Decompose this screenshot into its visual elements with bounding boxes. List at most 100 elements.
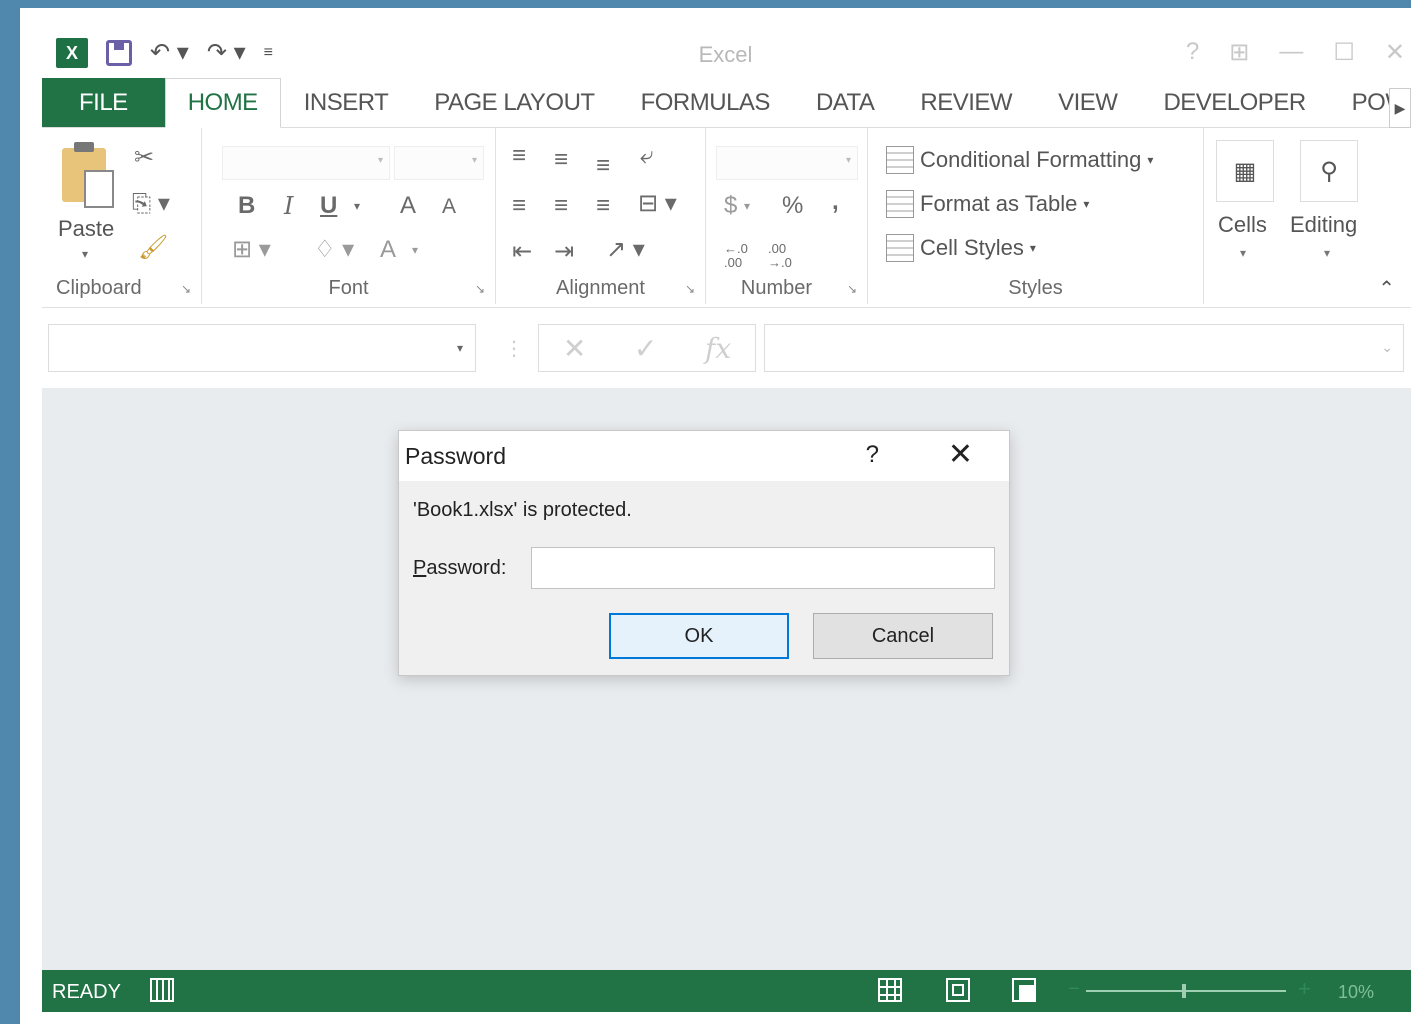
font-name-combo[interactable]: ▾: [222, 146, 390, 180]
comma-button[interactable]: ,: [832, 190, 839, 214]
zoom-slider[interactable]: [1086, 990, 1286, 992]
tab-insert[interactable]: INSERT: [281, 78, 412, 127]
align-right-icon[interactable]: ≡: [596, 194, 610, 218]
dialog-help-icon[interactable]: ?: [866, 441, 879, 469]
password-label-text: assword:: [426, 557, 507, 579]
password-input[interactable]: [531, 547, 995, 589]
close-icon[interactable]: ✕: [1385, 38, 1405, 67]
page-layout-view-icon[interactable]: [946, 978, 970, 1002]
orientation-icon[interactable]: ↗ ▾: [606, 238, 645, 262]
cut-icon[interactable]: ✂: [134, 146, 154, 170]
top-align-icon[interactable]: ≡: [512, 144, 526, 168]
enter-entry-icon[interactable]: ✓: [634, 332, 657, 365]
decrease-decimal-button[interactable]: .00 →.0: [768, 241, 798, 271]
normal-view-icon[interactable]: [878, 978, 902, 1002]
merge-center-icon[interactable]: ⊟ ▾: [638, 192, 677, 216]
password-label-accesskey: P: [413, 557, 427, 579]
font-group: ▾ ▾ B I U ▾ A A ⊞ ▾ ♢ ▾ A ▾ Font ↘: [202, 128, 496, 304]
tab-developer[interactable]: DEVELOPER: [1140, 78, 1328, 127]
editing-dropdown-icon: ▾: [1324, 246, 1331, 260]
paste-label: Paste: [58, 216, 115, 241]
collapse-ribbon-icon[interactable]: ⌃: [1378, 276, 1395, 301]
cancel-button[interactable]: Cancel: [813, 613, 993, 659]
percent-button[interactable]: %: [782, 194, 803, 218]
number-format-combo[interactable]: ▾: [716, 146, 858, 180]
currency-dropdown-icon[interactable]: ▾: [744, 200, 750, 212]
page-break-view-icon[interactable]: [1012, 978, 1036, 1002]
styles-group-label: Styles: [1008, 277, 1063, 299]
conditional-formatting-icon: [886, 146, 914, 174]
number-group-label: Number: [740, 277, 813, 299]
font-color-dropdown-icon[interactable]: ▾: [412, 244, 418, 256]
font-color-button[interactable]: A: [380, 238, 396, 262]
font-size-combo[interactable]: ▾: [394, 146, 484, 180]
expand-formula-bar-icon[interactable]: ⌄: [1381, 339, 1393, 356]
format-as-table-label: Format as Table: [920, 191, 1078, 216]
formula-input[interactable]: ⌄: [764, 324, 1404, 372]
zoom-level[interactable]: 10%: [1338, 982, 1374, 1003]
zoom-out-icon[interactable]: −: [1068, 978, 1080, 1001]
cancel-entry-icon[interactable]: ✕: [563, 332, 586, 365]
zoom-in-icon[interactable]: +: [1298, 976, 1311, 1002]
wrap-text-icon[interactable]: ⤶: [640, 144, 653, 168]
format-painter-icon[interactable]: 🖌: [138, 236, 168, 260]
ribbon-tabs: FILE HOME INSERT PAGE LAYOUT FORMULAS DA…: [42, 78, 1411, 128]
cells-label: Cells: [1218, 212, 1267, 237]
increase-decimal-button[interactable]: ←.0 .00: [724, 241, 754, 271]
cells-dropdown-icon: ▾: [1240, 246, 1247, 260]
underline-button[interactable]: U: [320, 194, 337, 218]
borders-icon[interactable]: ⊞ ▾: [232, 238, 271, 262]
tab-page-layout[interactable]: PAGE LAYOUT: [411, 78, 617, 127]
tab-view[interactable]: VIEW: [1035, 78, 1140, 127]
name-box-dropdown-icon[interactable]: ▾: [457, 341, 463, 355]
font-launcher-icon[interactable]: ↘: [475, 282, 485, 296]
ok-button[interactable]: OK: [609, 613, 789, 659]
tab-scroll-right-icon[interactable]: ▶: [1389, 88, 1411, 128]
currency-button[interactable]: $: [724, 194, 737, 218]
zoom-slider-thumb[interactable]: [1182, 984, 1186, 998]
bottom-align-icon[interactable]: ≡: [596, 154, 610, 178]
restore-icon[interactable]: ☐: [1333, 38, 1355, 67]
format-as-table-button[interactable]: Format as Table ▾: [886, 190, 1089, 218]
conditional-formatting-button[interactable]: Conditional Formatting ▾: [886, 146, 1153, 174]
grow-font-button[interactable]: A: [400, 194, 416, 218]
dialog-close-icon[interactable]: ✕: [948, 437, 973, 472]
align-left-icon[interactable]: ≡: [512, 194, 526, 218]
minimize-icon[interactable]: —: [1279, 38, 1303, 67]
macro-recording-icon[interactable]: [150, 978, 174, 1002]
dialog-title: Password: [405, 443, 506, 469]
cell-styles-button[interactable]: Cell Styles ▾: [886, 234, 1036, 262]
conditional-formatting-dropdown-icon: ▾: [1147, 153, 1154, 167]
formula-buttons: ✕ ✓ fx: [538, 324, 756, 372]
help-icon[interactable]: ?: [1186, 38, 1199, 67]
bold-button[interactable]: B: [238, 194, 255, 218]
tab-data[interactable]: DATA: [793, 78, 897, 127]
editing-group[interactable]: ⚲ Editing ▾: [1288, 128, 1388, 304]
decrease-indent-icon[interactable]: ⇤: [512, 240, 532, 264]
name-box[interactable]: ▾: [48, 324, 476, 372]
conditional-formatting-label: Conditional Formatting: [920, 147, 1142, 172]
tab-file[interactable]: FILE: [42, 78, 165, 127]
formula-bar-grip-icon[interactable]: ⋮: [504, 336, 524, 361]
clipboard-launcher-icon[interactable]: ↘: [181, 282, 191, 296]
middle-align-icon[interactable]: ≡: [554, 148, 568, 172]
ribbon-display-options-icon[interactable]: ⊞: [1229, 38, 1249, 67]
align-center-icon[interactable]: ≡: [554, 194, 568, 218]
tab-review[interactable]: REVIEW: [897, 78, 1035, 127]
increase-indent-icon[interactable]: ⇥: [554, 240, 574, 264]
copy-icon[interactable]: ⎘ ▾: [132, 192, 170, 216]
fill-color-icon[interactable]: ♢ ▾: [314, 238, 354, 262]
paste-dropdown-icon[interactable]: ▾: [82, 248, 88, 260]
italic-button[interactable]: I: [284, 194, 293, 218]
cell-styles-dropdown-icon: ▾: [1029, 241, 1036, 255]
clipboard-group: Paste ▾ ✂ ⎘ ▾ 🖌 Clipboard ↘: [42, 128, 202, 304]
clipboard-group-label: Clipboard: [56, 277, 142, 299]
shrink-font-button[interactable]: A: [442, 196, 456, 217]
tab-home[interactable]: HOME: [164, 78, 281, 128]
cells-group[interactable]: ▦ Cells ▾: [1204, 128, 1288, 304]
tab-formulas[interactable]: FORMULAS: [618, 78, 793, 127]
number-launcher-icon[interactable]: ↘: [847, 282, 857, 296]
paste-document-icon: [84, 170, 114, 208]
underline-dropdown-icon[interactable]: ▾: [354, 200, 360, 212]
insert-function-icon[interactable]: fx: [705, 332, 731, 365]
